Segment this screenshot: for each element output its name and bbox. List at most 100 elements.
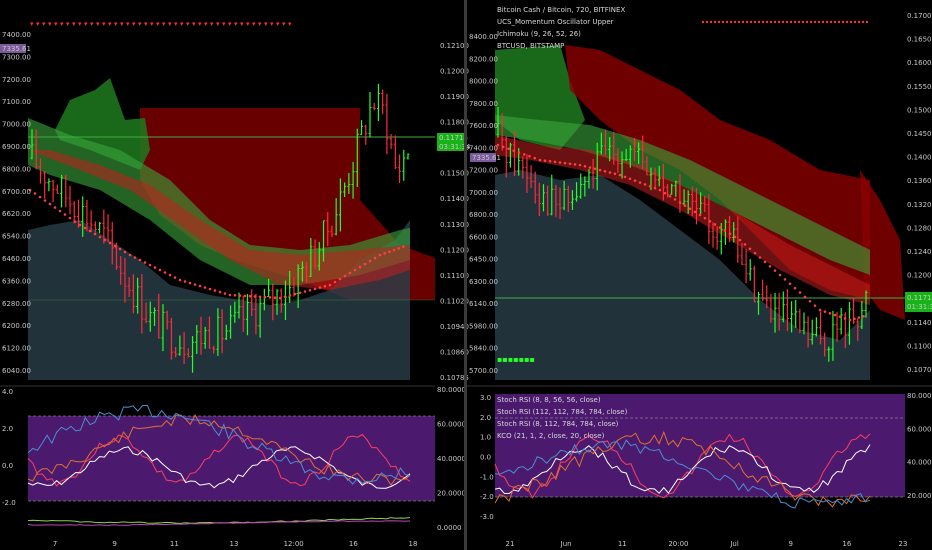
right-top-marker [786,21,788,23]
right-top-marker [810,21,812,23]
right-ma-dot [528,154,531,158]
right-ratio-tick: 0.14500 [907,130,932,138]
right-osc-legend-item: KCO (21, 1, 2, close, 20, close) [497,432,605,440]
right-ma-dot [507,147,510,151]
left-ma-dot [148,263,152,267]
right-ma-dot [853,317,856,321]
right-x-tick: 21 [506,540,515,548]
left-ma-dot [208,287,212,291]
left-price-tick: 6620.00 [2,210,31,218]
right-osc-tick: -1.0 [480,473,494,481]
right-ma-dot [778,273,782,277]
left-osc-tick: 0.0 [2,462,13,470]
right-ma-dot [703,216,707,220]
right-osc-right-tick: 80.0000 [907,392,932,400]
left-ma-dot [402,245,405,248]
left-ma-dot [183,280,187,283]
left-price-tick: 6460.00 [2,255,31,263]
left-price-tick: 6040.00 [2,367,31,375]
left-top-marker: ▾ [54,20,58,28]
left-top-marker: ▾ [120,20,124,28]
right-top-marker [814,21,816,23]
right-osc-tick: 0.0 [480,454,491,462]
left-ma-dot [53,206,57,209]
right-top-marker [822,21,824,23]
left-price-tick: 7100.00 [2,98,31,106]
right-ma-dot [663,191,667,195]
left-ma-dot [248,294,252,298]
left-ma-dot [338,277,342,281]
left-top-marker: ▾ [132,20,136,28]
left-ma-dot [283,295,287,299]
right-osc-right-tick: 60.0000 [907,425,932,433]
left-top-marker: ▾ [42,20,46,28]
left-price-tick: 6360.00 [2,277,31,285]
right-price-tick: 5980.00 [469,322,498,330]
left-top-marker: ▾ [216,20,220,28]
left-top-marker: ▾ [186,20,190,28]
right-ma-dot [718,226,722,229]
left-price-tick: 6700.00 [2,188,31,196]
right-x-tick: 9 [788,540,792,548]
left-ma-dot [223,292,227,295]
left-ma-dot [113,244,117,248]
right-ma-dot [593,167,597,171]
left-top-marker: ▾ [222,20,226,28]
right-ma-dot [803,295,807,299]
left-ma-dot [228,293,232,297]
right-ratio-tick: 0.11000 [907,342,932,350]
right-ratio-tick: 0.14000 [907,154,932,162]
left-top-marker: ▾ [210,20,214,28]
right-ma-dot [653,186,657,190]
left-top-marker: ▾ [228,20,232,28]
right-ma-dot [673,198,677,201]
right-top-marker [766,21,768,23]
right-price-tick: 6140.00 [469,300,498,308]
right-ma-dot [583,164,587,168]
right-top-marker [770,21,772,23]
left-top-marker: ▾ [282,20,286,28]
left-top-marker: ▾ [234,20,238,28]
left-ma-dot [178,278,182,282]
left-ma-dot [318,286,322,289]
right-ma-dot [578,163,582,167]
right-price-tick: 8000.00 [469,78,498,86]
left-ma-dot [58,209,62,213]
left-osc-right-tick: 40.0000 [437,455,466,463]
left-ma-dot [268,296,272,299]
left-top-marker: ▾ [264,20,268,28]
right-ma-dot [823,310,827,313]
left-price-tick: 6540.00 [2,233,31,241]
left-ma-dot [63,213,67,216]
right-ma-dot [623,175,627,179]
right-ratio-tick: 0.13200 [907,201,932,209]
left-ma-dot [392,248,396,252]
left-ma-dot [43,199,47,202]
right-legend-item: UCS_Momentum Oscillator Upper [497,18,614,26]
right-top-marker [734,21,736,23]
left-ma-dot [323,285,327,288]
right-ma-dot [763,260,767,264]
right-price-tick: 7000.00 [469,189,498,197]
right-ma-dot [512,149,516,152]
left-osc-tick: 4.0 [2,388,13,396]
left-ma-dot [163,271,167,274]
right-ma-dot [748,247,752,251]
right-top-marker [742,21,744,23]
right-top-marker [854,21,856,23]
right-top-marker [818,21,820,23]
right-ma-dot [857,316,861,319]
left-top-marker: ▾ [198,20,202,28]
right-osc-right-tick: 20.0000 [907,492,932,500]
right-top-marker [830,21,832,23]
left-osc-right-tick: 20.0000 [437,490,466,498]
left-ma-dot [213,289,217,292]
right-top-marker [758,21,760,23]
right-ma-dot [603,169,607,173]
right-ma-dot [543,159,547,162]
left-top-marker: ▾ [36,20,40,28]
left-top-marker: ▾ [258,20,262,28]
right-top-marker [706,21,708,23]
left-ma-dot [298,291,302,295]
chart-canvas: ▾ ▾ ▾ ▾ ▾ ▾ ▾ ▾ ▾ ▾ ▾ ▾ ▾ ▾ ▾ ▾ ▾ ▾ ▾ ▾ ▾ ▾ ▾ ▾ ▾ ▾ ▾ ▾ ▾ ▾ ▾ ▾ ▾ ▾ ▾ ▾ ▾ ▾ ▾ ▾… [0,0,932,550]
